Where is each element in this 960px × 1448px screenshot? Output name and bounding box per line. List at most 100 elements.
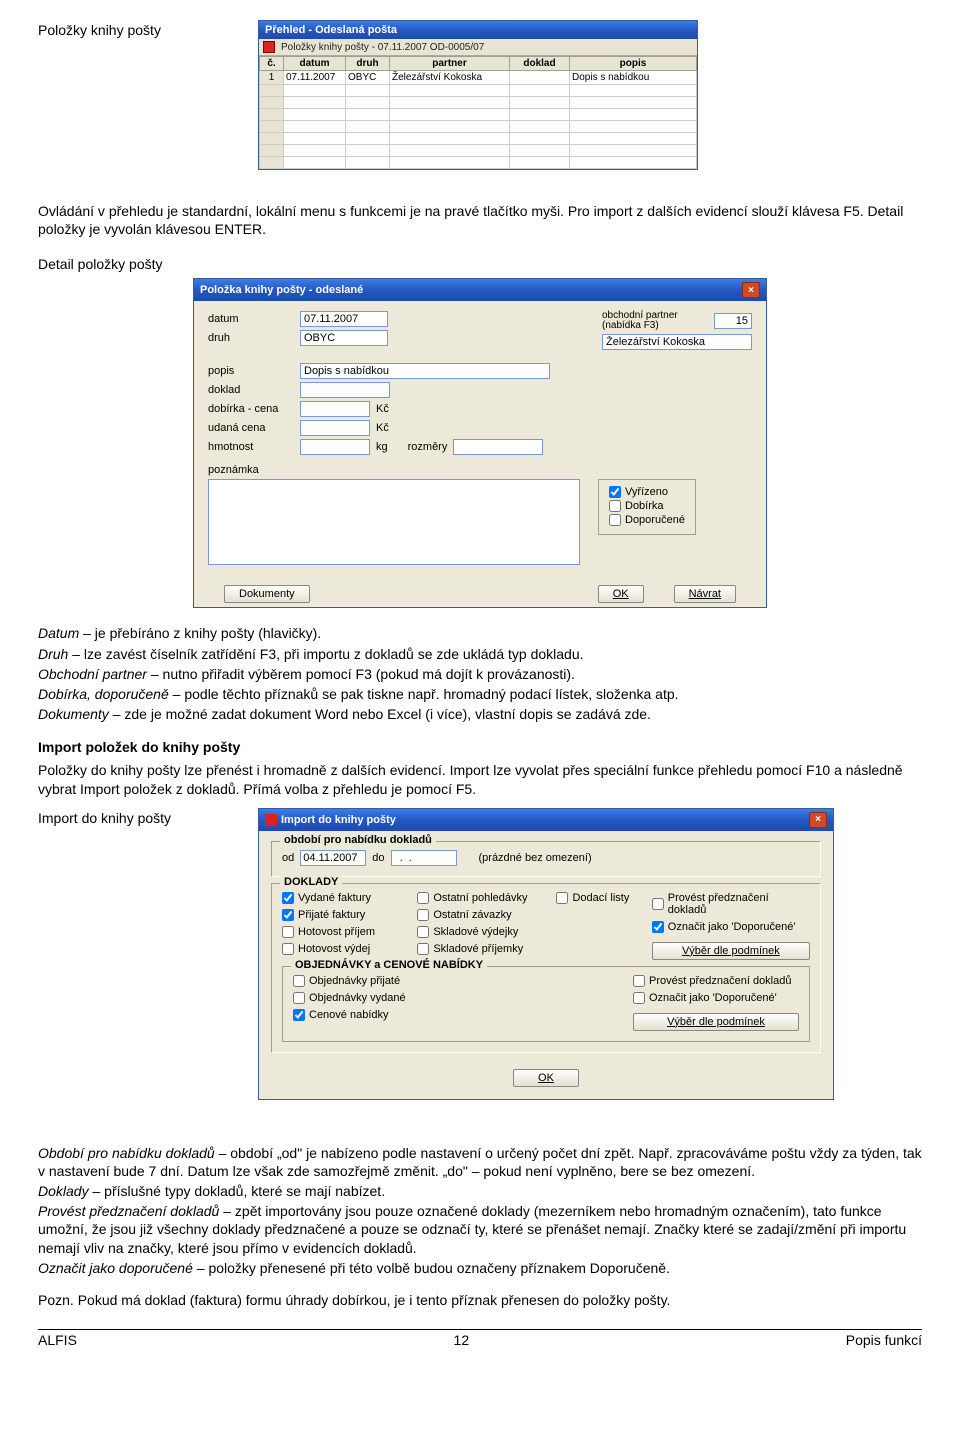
lbl-datum: datum: [208, 313, 300, 325]
vyber2-button[interactable]: Výběr dle podmínek: [633, 1013, 799, 1031]
lbl-sv: Skladové výdejky: [433, 926, 518, 938]
overview-toolbar-icon: [263, 41, 275, 53]
col-druh: druh: [346, 57, 390, 71]
cell: Dopis s nabídkou: [570, 71, 697, 85]
cn-checkbox[interactable]: [293, 1009, 305, 1021]
table-row: [260, 157, 697, 169]
footer-left: ALFIS: [38, 1332, 77, 1348]
rozmery-input[interactable]: [453, 439, 543, 455]
lbl-pred2: Provést předznačení dokladů: [649, 975, 791, 987]
objp-checkbox[interactable]: [293, 975, 305, 987]
overview-grid: č. datum druh partner doklad popis 1 07.…: [259, 56, 697, 169]
pred-checkbox[interactable]: [652, 898, 664, 910]
col-num: č.: [260, 57, 284, 71]
unit-kc: Kč: [376, 403, 389, 415]
footer-right: Popis funkcí: [846, 1332, 922, 1348]
lbl-dl: Dodací listy: [572, 892, 629, 904]
sv-checkbox[interactable]: [417, 926, 429, 938]
popis-input[interactable]: [300, 363, 550, 379]
table-row[interactable]: 1 07.11.2007 OBYC Železářství Kokoska Do…: [260, 71, 697, 85]
vf-checkbox[interactable]: [282, 892, 294, 904]
footer-rule: [38, 1329, 922, 1330]
vyber-button[interactable]: Výběr dle podmínek: [652, 942, 810, 960]
op-checkbox[interactable]: [417, 892, 429, 904]
overview-titlebar: Přehled - Odeslaná pošta: [259, 21, 697, 39]
dokumenty-button[interactable]: Dokumenty: [224, 585, 310, 603]
pred2-checkbox[interactable]: [633, 975, 645, 987]
lbl-hm: hmotnost: [208, 441, 300, 453]
sp-checkbox[interactable]: [417, 943, 429, 955]
lbl-vyrizeno: Vyřízeno: [625, 486, 668, 498]
druh-input[interactable]: [300, 330, 388, 346]
lbl-pred: Provést předznačení dokladů: [668, 892, 810, 916]
desc-partner: Obchodní partner – nutno přiřadit výběre…: [38, 665, 922, 683]
lbl-ozn: Označit jako 'Doporučené': [668, 921, 796, 933]
cell: Železářství Kokoska: [390, 71, 510, 85]
oz-checkbox[interactable]: [417, 909, 429, 921]
dobirka-input[interactable]: [300, 401, 370, 417]
lbl-ozn2: Označit jako 'Doporučené': [649, 992, 777, 1004]
dl-checkbox[interactable]: [556, 892, 568, 904]
partner-id-input[interactable]: [714, 313, 752, 329]
partner-name-input[interactable]: [602, 334, 752, 350]
lbl-hp: Hotovost příjem: [298, 926, 375, 938]
desc-datum: Datum – je přebíráno z knihy pošty (hlav…: [38, 624, 922, 642]
section1-title: Položky knihy pošty: [38, 22, 258, 38]
desc-dokumenty: Dokumenty – zde je možné zadat dokument …: [38, 705, 922, 723]
lbl-dobirka-chk: Dobírka: [625, 500, 664, 512]
cell: 07.11.2007: [284, 71, 346, 85]
detail-window: Položka knihy pošty - odeslané × datum d…: [193, 278, 767, 608]
desc-doklady: Doklady – příslušné typy dokladů, které …: [38, 1182, 922, 1200]
desc-predznaceni: Provést předznačení dokladů – zpět impor…: [38, 1202, 922, 1257]
do-input[interactable]: [391, 850, 457, 866]
period-hint: (prázdné bez omezení): [479, 852, 592, 864]
note: Pozn. Pokud má doklad (faktura) formu úh…: [38, 1291, 922, 1309]
obj-legend: OBJEDNÁVKY a CENOVÉ NABÍDKY: [291, 959, 487, 971]
section3-heading: Import položek do knihy pošty: [38, 739, 922, 755]
vyrizeno-checkbox[interactable]: [609, 486, 621, 498]
lbl-vf: Vydané faktury: [298, 892, 371, 904]
objv-checkbox[interactable]: [293, 992, 305, 1004]
section1-intro: Ovládání v přehledu je standardní, lokál…: [38, 202, 922, 238]
desc-oznacit: Označit jako doporučené – položky přenes…: [38, 1259, 922, 1277]
lbl-objp: Objednávky přijaté: [309, 975, 400, 987]
import-icon: [265, 814, 277, 826]
close-icon[interactable]: ×: [809, 812, 827, 828]
poznamka-textarea[interactable]: [208, 479, 580, 565]
doklady-legend: DOKLADY: [280, 876, 342, 888]
hv-checkbox[interactable]: [282, 943, 294, 955]
lbl-oz: Ostatní závazky: [433, 909, 511, 921]
od-input[interactable]: [300, 850, 366, 866]
desc-dobirka: Dobírka, doporučeně – podle těchto přízn…: [38, 685, 922, 703]
doporucene-checkbox[interactable]: [609, 514, 621, 526]
ozn-checkbox[interactable]: [652, 921, 664, 933]
dobirka-checkbox[interactable]: [609, 500, 621, 512]
section3-text: Položky do knihy pošty lze přenést i hro…: [38, 761, 922, 797]
lbl-roz: rozměry: [408, 441, 448, 453]
footer-page: 12: [454, 1332, 470, 1348]
lbl-do: do: [372, 852, 384, 864]
datum-input[interactable]: [300, 311, 388, 327]
doklad-input[interactable]: [300, 382, 390, 398]
ozn2-checkbox[interactable]: [633, 992, 645, 1004]
period-groupbox: období pro nabídku dokladů od do (prázdn…: [271, 841, 821, 877]
table-row: [260, 121, 697, 133]
lbl-popis: popis: [208, 365, 300, 377]
detail-titlebar: Položka knihy pošty - odeslané ×: [194, 279, 766, 301]
hmotnost-input[interactable]: [300, 439, 370, 455]
import-ok-button[interactable]: OK: [513, 1069, 579, 1087]
navrat-button[interactable]: Návrat: [674, 585, 736, 603]
table-row: [260, 133, 697, 145]
section2-title: Detail položky pošty: [38, 256, 922, 272]
close-icon[interactable]: ×: [742, 282, 760, 298]
period-legend: období pro nabídku dokladů: [280, 834, 436, 846]
ok-button[interactable]: OK: [598, 585, 644, 603]
obj-groupbox: OBJEDNÁVKY a CENOVÉ NABÍDKY Objednávky p…: [282, 966, 810, 1042]
lbl-objv: Objednávky vydané: [309, 992, 406, 1004]
overview-window: Přehled - Odeslaná pošta Položky knihy p…: [258, 20, 698, 170]
hp-checkbox[interactable]: [282, 926, 294, 938]
desc-druh: Druh – lze zavést číselník zatřídění F3,…: [38, 645, 922, 663]
table-row: [260, 97, 697, 109]
udana-input[interactable]: [300, 420, 370, 436]
pf-checkbox[interactable]: [282, 909, 294, 921]
